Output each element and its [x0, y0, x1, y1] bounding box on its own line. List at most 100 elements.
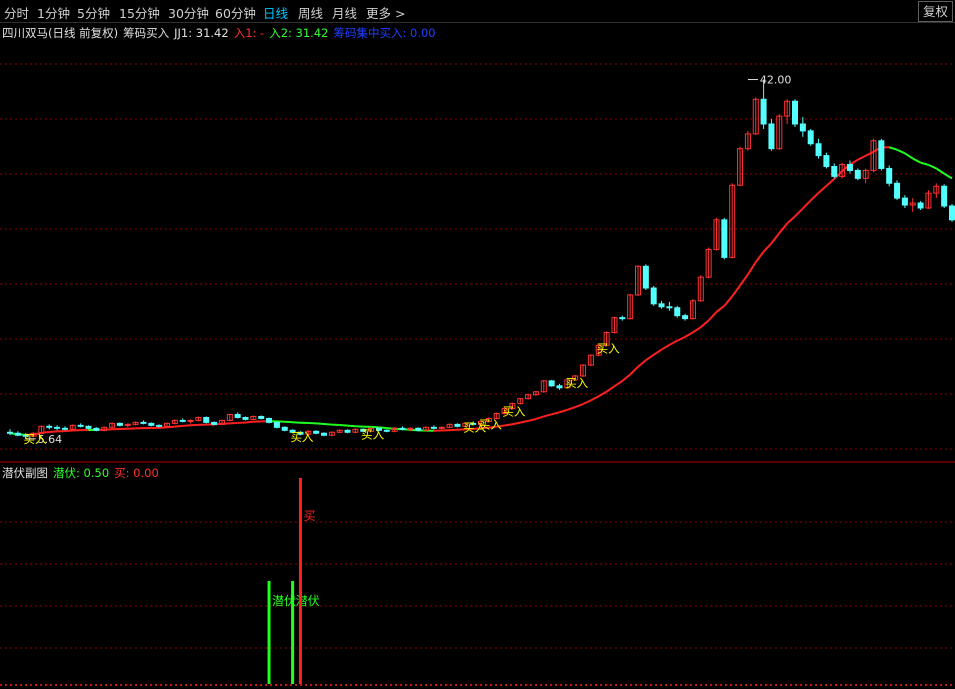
- candle-body: [242, 416, 249, 420]
- candle-body: [894, 182, 901, 199]
- candle-body: [854, 169, 861, 179]
- ma-segment: [221, 422, 230, 425]
- buy-signal: 买入: [290, 430, 313, 444]
- ma-segment: [723, 295, 733, 307]
- candle-body: [399, 427, 406, 430]
- candle-body: [666, 306, 673, 309]
- candle-body: [187, 419, 194, 422]
- candle-body: [548, 380, 555, 387]
- candle-body: [556, 385, 563, 389]
- candle-body: [815, 143, 822, 157]
- ma-segment: [512, 421, 521, 426]
- ma-segment: [888, 146, 898, 151]
- ma-segment: [896, 148, 906, 155]
- candle-body: [438, 426, 445, 429]
- candle-body: [430, 426, 437, 429]
- candle-body: [760, 98, 767, 125]
- ma-segment: [700, 319, 710, 328]
- ma-segment: [574, 403, 584, 409]
- candle-body: [14, 432, 21, 436]
- ma-segment: [770, 232, 781, 244]
- ma-segment: [645, 353, 655, 362]
- candle-body: [823, 155, 830, 167]
- candle-body: [792, 100, 798, 125]
- ma-segment: [668, 339, 678, 346]
- candle-body: [46, 425, 53, 428]
- candle-body: [273, 421, 280, 428]
- candle-body: [642, 265, 649, 289]
- candle-body: [799, 123, 806, 132]
- ma-segment: [323, 422, 332, 426]
- candle-body: [941, 185, 948, 207]
- candle-body: [831, 165, 838, 177]
- candle-body: [313, 430, 320, 434]
- candle-body: [619, 317, 626, 320]
- ma-segment: [747, 261, 757, 275]
- candle-body: [77, 424, 84, 427]
- candle-body: [7, 431, 13, 434]
- ma-segment: [731, 284, 741, 297]
- ma-segment: [802, 199, 812, 210]
- ma-segment: [692, 326, 702, 334]
- ma-segment: [810, 192, 820, 202]
- ma-segment: [754, 251, 765, 263]
- sub-bar-label: 买: [303, 509, 315, 523]
- ma-segment: [582, 399, 592, 405]
- candle-body: [211, 421, 218, 425]
- ma-segment: [621, 373, 631, 382]
- ma-segment: [613, 380, 623, 388]
- ma-segment: [551, 411, 560, 416]
- ma-segment: [520, 419, 529, 424]
- candle-body: [682, 315, 689, 320]
- ma-segment: [527, 418, 537, 422]
- candle-body: [54, 426, 61, 429]
- ma-segment: [347, 424, 356, 428]
- candle-body: [258, 415, 265, 419]
- candle-body: [917, 202, 924, 209]
- candle-body: [344, 429, 351, 433]
- ma-segment: [661, 344, 670, 351]
- ma-segment: [935, 167, 945, 175]
- candle-body: [454, 423, 461, 427]
- ma-segment: [245, 420, 254, 424]
- candle-body: [266, 417, 273, 423]
- candle-body: [768, 123, 775, 150]
- candle-body: [281, 426, 288, 431]
- ma-segment: [786, 215, 796, 225]
- ma-segment: [912, 157, 922, 164]
- candle-body: [878, 140, 885, 169]
- buy-signal: 买入: [479, 417, 502, 431]
- max-price-label: 42.00: [760, 74, 792, 87]
- ma-segment: [64, 429, 73, 433]
- ma-segment: [849, 158, 859, 166]
- candle-body: [179, 419, 186, 422]
- kline-chart[interactable]: 42.005.64买入 买入 买入 买入买入买入买入买入潜伏 潜伏买: [0, 0, 955, 689]
- ma-segment: [543, 413, 552, 418]
- ma-segment: [559, 408, 568, 414]
- candle-body: [721, 219, 728, 258]
- candle-body: [650, 287, 657, 305]
- ma-segment: [567, 406, 576, 411]
- ma-segment: [339, 424, 348, 427]
- ma-segment: [865, 150, 874, 157]
- ma-segment: [316, 422, 325, 425]
- candle-body: [234, 413, 241, 418]
- candle-body: [148, 422, 155, 426]
- ma-segment: [707, 311, 718, 322]
- candle-body: [93, 427, 100, 431]
- buy-signal: 买入: [24, 432, 47, 446]
- ma-segment: [825, 178, 835, 187]
- buy-signal: 买入: [361, 427, 384, 441]
- ma-segment: [817, 185, 828, 194]
- candle-body: [124, 423, 131, 426]
- candle-body: [846, 164, 853, 171]
- candle-body: [85, 425, 92, 429]
- ma-segment: [504, 423, 513, 427]
- candle-body: [407, 427, 414, 430]
- ma-segment: [920, 161, 929, 166]
- buy-signal: 买入: [502, 405, 525, 419]
- ma-segment: [684, 331, 694, 338]
- candle-body: [140, 421, 147, 424]
- candle-body: [807, 130, 814, 145]
- ma-segment: [857, 154, 867, 161]
